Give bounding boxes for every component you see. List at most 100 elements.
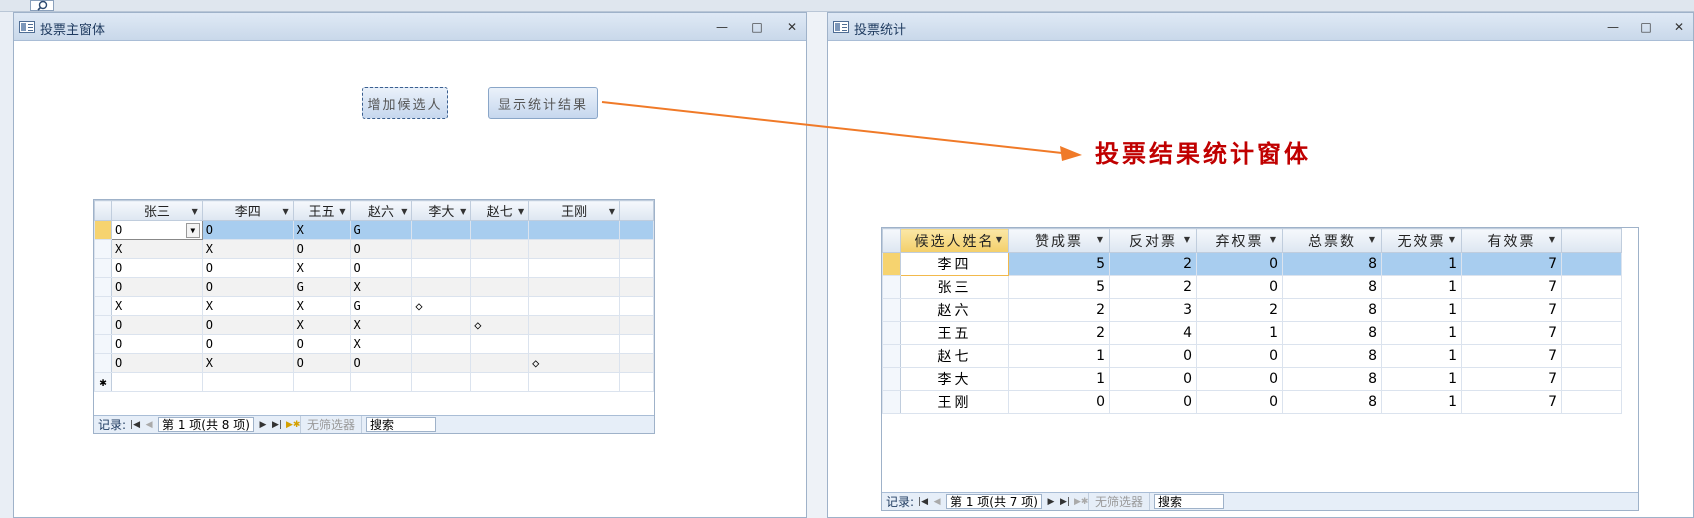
vote-cell[interactable]: [411, 353, 472, 373]
vote-cell[interactable]: X: [292, 315, 351, 335]
last-record-icon[interactable]: ▶|: [272, 420, 282, 430]
count-cell[interactable]: 0: [1196, 252, 1283, 276]
candidate-name-cell[interactable]: 王刚: [900, 390, 1009, 414]
minimize-icon[interactable]: —: [714, 19, 730, 35]
count-cell[interactable]: 2: [1109, 252, 1197, 276]
vote-cell[interactable]: X: [292, 258, 351, 278]
first-record-icon[interactable]: |◀: [918, 497, 928, 507]
count-cell[interactable]: 2: [1008, 321, 1110, 345]
prev-record-icon[interactable]: ◀: [932, 497, 942, 507]
no-filter-indicator[interactable]: 无筛选器: [299, 416, 362, 433]
vote-cell[interactable]: ▼ O: [110, 220, 203, 240]
restore-icon[interactable]: □: [1638, 19, 1654, 35]
table-row[interactable]: O O X X ◇: [94, 315, 654, 335]
new-record-icon[interactable]: ▶✱: [1074, 497, 1088, 507]
count-cell[interactable]: 0: [1109, 390, 1197, 414]
count-cell[interactable]: 5: [1008, 275, 1110, 299]
vote-cell[interactable]: O: [349, 239, 413, 259]
column-header-4[interactable]: 李大 ▼: [411, 200, 472, 221]
column-dropdown-icon[interactable]: ▼: [1270, 235, 1278, 244]
count-cell[interactable]: 1: [1196, 321, 1283, 345]
vote-cell[interactable]: O: [201, 220, 294, 240]
table-row[interactable]: 王刚 0 0 0 8 1 7: [882, 390, 1622, 414]
count-cell[interactable]: 8: [1282, 344, 1382, 368]
stats-column-header-5[interactable]: 无效票 ▼: [1381, 228, 1462, 253]
count-cell[interactable]: 2: [1196, 298, 1283, 322]
vote-cell[interactable]: O: [110, 277, 203, 297]
candidate-name-cell[interactable]: 赵六: [900, 298, 1009, 322]
count-cell[interactable]: 0: [1109, 367, 1197, 391]
table-row[interactable]: 张三 5 2 0 8 1 7: [882, 275, 1622, 299]
record-selector[interactable]: [882, 390, 901, 414]
record-selector[interactable]: [94, 334, 112, 354]
count-cell[interactable]: 7: [1461, 252, 1562, 276]
column-header-1[interactable]: 李四 ▼: [201, 200, 294, 221]
vote-cell[interactable]: ◇: [411, 296, 472, 316]
column-dropdown-icon[interactable]: ▼: [1184, 235, 1192, 244]
empty-cell[interactable]: [349, 372, 413, 392]
stats-column-header-0[interactable]: 候选人姓名 ▼: [900, 228, 1009, 253]
table-row[interactable]: OOXO: [94, 258, 654, 278]
vote-cell[interactable]: [470, 353, 530, 373]
record-selector[interactable]: [882, 367, 901, 391]
stats-column-header-1[interactable]: 赞成票 ▼: [1008, 228, 1110, 253]
vote-cell[interactable]: X: [292, 296, 351, 316]
empty-cell[interactable]: [110, 372, 203, 392]
count-cell[interactable]: 4: [1109, 321, 1197, 345]
column-header-5[interactable]: 赵七 ▼: [470, 200, 530, 221]
column-dropdown-icon[interactable]: ▼: [1549, 235, 1557, 244]
vote-cell[interactable]: [470, 334, 530, 354]
count-cell[interactable]: 8: [1282, 252, 1382, 276]
vote-cell[interactable]: X: [201, 296, 294, 316]
record-selector[interactable]: [94, 277, 112, 297]
vote-cell[interactable]: O: [110, 315, 203, 335]
empty-cell[interactable]: [470, 372, 530, 392]
last-record-icon[interactable]: ▶|: [1060, 497, 1070, 507]
vote-cell[interactable]: O: [349, 258, 413, 278]
record-selector[interactable]: [94, 239, 112, 259]
count-cell[interactable]: 1: [1381, 252, 1462, 276]
column-dropdown-icon[interactable]: ▼: [1097, 235, 1105, 244]
add-candidate-button[interactable]: 增加候选人: [362, 87, 448, 119]
vote-cell[interactable]: [528, 258, 620, 278]
table-row[interactable]: XXOO: [94, 239, 654, 259]
column-header-0[interactable]: 张三 ▼: [110, 200, 203, 221]
count-cell[interactable]: 1: [1008, 367, 1110, 391]
column-dropdown-icon[interactable]: ▼: [609, 207, 615, 216]
count-cell[interactable]: 8: [1282, 275, 1382, 299]
count-cell[interactable]: 8: [1282, 390, 1382, 414]
record-selector[interactable]: [94, 315, 112, 335]
record-selector[interactable]: [94, 296, 112, 316]
select-all-corner[interactable]: [882, 228, 901, 253]
vote-cell[interactable]: [470, 239, 530, 259]
count-cell[interactable]: 7: [1461, 390, 1562, 414]
vote-cell[interactable]: [528, 239, 620, 259]
record-selector[interactable]: [882, 298, 901, 322]
count-cell[interactable]: 8: [1282, 367, 1382, 391]
count-cell[interactable]: 1: [1381, 367, 1462, 391]
record-selector[interactable]: [882, 321, 901, 345]
vote-cell[interactable]: O: [201, 334, 294, 354]
table-row[interactable]: O X O O ◇: [94, 353, 654, 373]
no-filter-indicator[interactable]: 无筛选器: [1087, 493, 1150, 510]
vote-cell[interactable]: X: [349, 334, 413, 354]
table-row[interactable]: 赵六 2 3 2 8 1 7: [882, 298, 1622, 322]
table-row[interactable]: OOGX: [94, 277, 654, 297]
new-record-icon[interactable]: ▶✱: [286, 420, 300, 430]
empty-cell[interactable]: [201, 372, 294, 392]
count-cell[interactable]: 0: [1196, 367, 1283, 391]
first-record-icon[interactable]: |◀: [130, 420, 140, 430]
count-cell[interactable]: 7: [1461, 321, 1562, 345]
vote-cell[interactable]: X: [292, 220, 351, 240]
count-cell[interactable]: 1: [1381, 390, 1462, 414]
count-cell[interactable]: 0: [1196, 344, 1283, 368]
count-cell[interactable]: 7: [1461, 367, 1562, 391]
count-cell[interactable]: 8: [1282, 321, 1382, 345]
vote-cell[interactable]: O: [292, 239, 351, 259]
next-record-icon[interactable]: ▶: [1046, 497, 1056, 507]
new-record-row[interactable]: ✱: [94, 372, 654, 392]
table-row[interactable]: X X X G ◇: [94, 296, 654, 316]
combo-dropdown-icon[interactable]: ▼: [185, 222, 200, 238]
empty-cell[interactable]: [292, 372, 351, 392]
vote-cell[interactable]: [528, 315, 620, 335]
